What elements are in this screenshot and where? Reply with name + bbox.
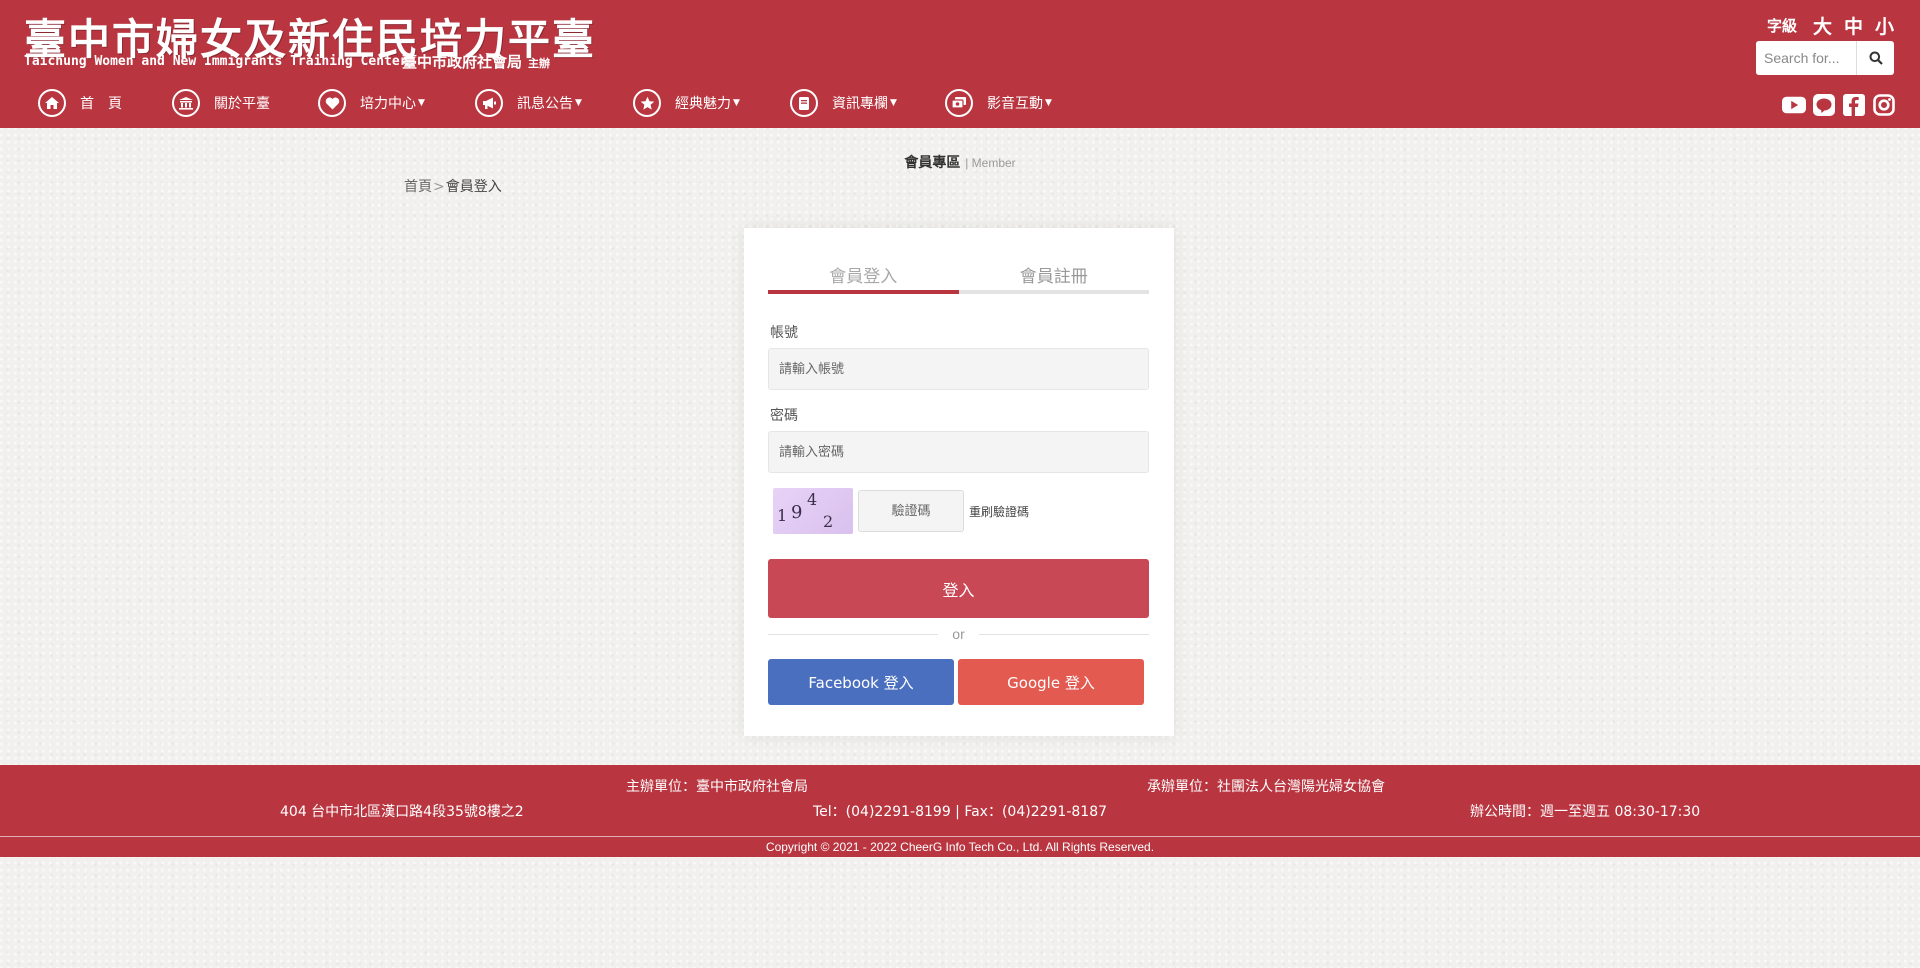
social-links <box>1782 94 1896 116</box>
footer-address: 404 台中市北區漢口路4段35號8樓之2 <box>280 804 524 820</box>
breadcrumb-separator: > <box>433 179 445 195</box>
search-button[interactable] <box>1856 41 1894 75</box>
nav-item-media[interactable]: 影音互動 ▼ <box>945 89 1065 117</box>
login-button[interactable]: 登入 <box>768 559 1149 618</box>
footer-divider <box>0 836 1920 837</box>
nav-item-columns[interactable]: 資訊專欄 ▼ <box>790 89 945 117</box>
line-icon[interactable] <box>1812 94 1836 116</box>
font-size-large[interactable]: 大 <box>1813 12 1832 39</box>
chevron-down-icon: ▼ <box>733 98 740 108</box>
section-title: 會員專區 | Member <box>0 152 1920 172</box>
chevron-down-icon: ▼ <box>575 98 582 108</box>
facebook-icon[interactable] <box>1842 94 1866 116</box>
tab-login[interactable]: 會員登入 <box>768 252 959 294</box>
chevron-down-icon: ▼ <box>890 98 897 108</box>
nav-item-training-center[interactable]: 培力中心 ▼ <box>318 89 475 117</box>
password-input[interactable] <box>768 431 1149 473</box>
site-footer: 主辦單位：臺中市政府社會局 承辦單位：社團法人台灣陽光婦女協會 404 台中市北… <box>0 765 1920 857</box>
footer-organizer: 主辦單位：臺中市政府社會局 <box>626 779 808 795</box>
section-title-zh: 會員專區 <box>904 155 961 171</box>
nav-label: 影音互動 <box>987 96 1043 112</box>
search-input[interactable] <box>1756 41 1856 75</box>
footer-phone-fax: Tel：(04)2291-8199 | Fax：(04)2291-8187 <box>813 804 1108 820</box>
captcha-char: 9 <box>791 502 803 523</box>
footer-contractor: 承辦單位：社團法人台灣陽光婦女協會 <box>1147 779 1385 795</box>
main-nav: 首 頁 關於平臺 培力中心 ▼ 訊息公告 ▼ 經典魅力 ▼ 資訊專欄 ▼ 影音互… <box>38 89 1065 117</box>
breadcrumb-home[interactable]: 首頁 <box>404 179 432 195</box>
nav-item-announcements[interactable]: 訊息公告 ▼ <box>475 89 633 117</box>
site-header: 臺中市婦女及新住民培力平臺 Taichung Women and New Imm… <box>0 0 1920 128</box>
book-icon <box>790 89 818 117</box>
media-icon <box>945 89 973 117</box>
or-divider: or <box>768 624 1150 644</box>
font-size-small[interactable]: 小 <box>1875 12 1894 39</box>
nav-item-about[interactable]: 關於平臺 <box>172 89 318 117</box>
organizer-name: 臺中市政府社會局 <box>402 53 523 71</box>
nav-label: 經典魅力 <box>675 96 731 112</box>
nav-item-home[interactable]: 首 頁 <box>38 89 172 117</box>
star-icon <box>633 89 661 117</box>
font-size-label: 字級 <box>1766 17 1797 35</box>
facebook-login-button[interactable]: Facebook 登入 <box>768 659 954 705</box>
nav-label: 關於平臺 <box>214 96 270 112</box>
font-size-medium[interactable]: 中 <box>1844 12 1863 39</box>
refresh-captcha-link[interactable]: 重刷驗證碼 <box>969 503 1029 520</box>
home-icon <box>38 89 66 117</box>
divider-line <box>978 633 1150 635</box>
account-input[interactable] <box>768 348 1149 390</box>
megaphone-icon <box>475 89 503 117</box>
captcha-input[interactable] <box>858 490 964 532</box>
heart-icon <box>318 89 346 117</box>
nav-label: 訊息公告 <box>517 96 573 112</box>
captcha-char: 2 <box>823 512 834 531</box>
font-size-control: 字級 大 中 小 <box>1767 12 1894 39</box>
organizer-tag: 主辦 <box>528 57 551 70</box>
breadcrumb: 首頁>會員登入 <box>404 176 502 196</box>
nav-label: 首 頁 <box>80 96 122 112</box>
footer-copyright: Copyright © 2021 - 2022 CheerG Info Tech… <box>765 840 1155 854</box>
captcha-char: 1 <box>777 506 788 525</box>
youtube-icon[interactable] <box>1782 94 1806 116</box>
chevron-down-icon: ▼ <box>418 98 425 108</box>
search-icon <box>1869 51 1883 65</box>
password-label: 密碼 <box>770 408 798 424</box>
captcha-image: 1 9 4 2 <box>773 488 853 534</box>
login-card: 會員登入 會員註冊 帳號 密碼 1 9 4 2 重刷驗證碼 登入 or Face… <box>744 228 1174 736</box>
nav-label: 培力中心 <box>360 96 416 112</box>
chevron-down-icon: ▼ <box>1045 98 1052 108</box>
building-icon <box>172 89 200 117</box>
footer-office-hours: 辦公時間：週一至週五 08:30-17:30 <box>1470 804 1701 820</box>
breadcrumb-current: 會員登入 <box>445 179 502 195</box>
or-text: or <box>952 626 965 642</box>
nav-label: 資訊專欄 <box>832 96 888 112</box>
site-logo-subtitle-en: Taichung Women and New Immigrants Traini… <box>24 54 408 69</box>
tab-register[interactable]: 會員註冊 <box>958 252 1149 294</box>
site-logo-subtitle-zh: 臺中市政府社會局 主辦 <box>402 51 550 72</box>
google-login-button[interactable]: Google 登入 <box>958 659 1144 705</box>
account-label: 帳號 <box>770 325 798 341</box>
captcha-char: 4 <box>807 490 818 509</box>
divider-line <box>768 633 939 635</box>
login-tabs: 會員登入 會員註冊 <box>768 252 1149 294</box>
search-box <box>1756 41 1894 75</box>
instagram-icon[interactable] <box>1872 94 1896 116</box>
nav-item-classics[interactable]: 經典魅力 ▼ <box>633 89 790 117</box>
section-title-en: | Member <box>965 156 1016 170</box>
